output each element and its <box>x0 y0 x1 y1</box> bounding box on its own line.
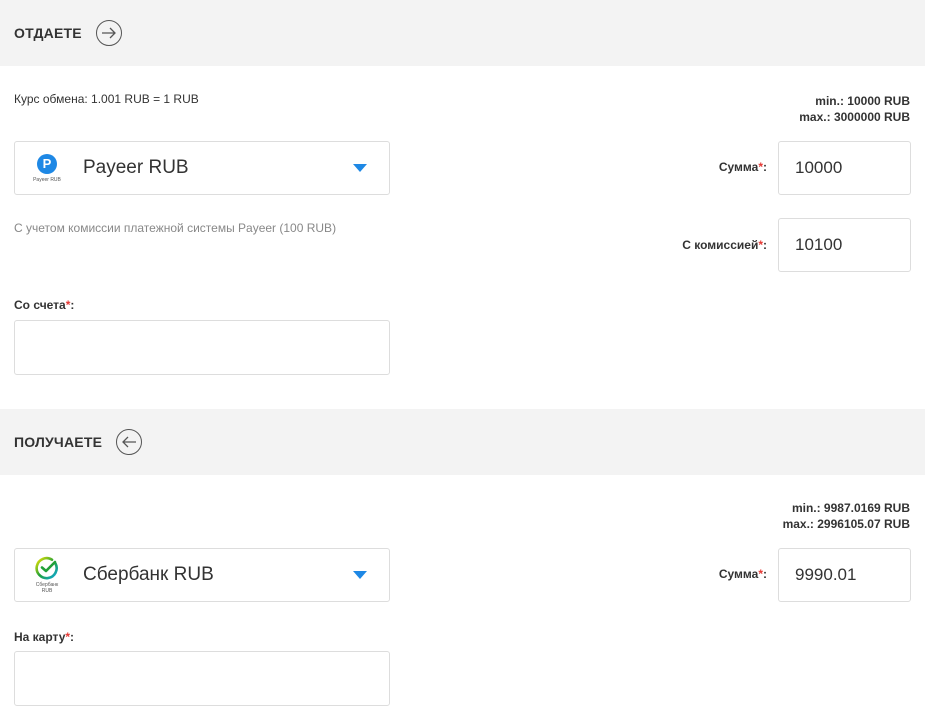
receive-min: min.: 9987.0169 RUB <box>791 501 910 515</box>
give-currency-select[interactable]: P Payeer RUB Payeer RUB <box>14 141 390 195</box>
give-max: max.: 3000000 RUB <box>799 110 910 124</box>
caret-down-icon <box>353 571 367 579</box>
receive-max: max.: 2996105.07 RUB <box>782 517 910 531</box>
commission-label: С комиссией*: <box>682 238 767 252</box>
give-currency-label: Payeer RUB <box>83 157 189 178</box>
receive-amount-input[interactable] <box>778 548 911 602</box>
sberbank-logo: Сбербанк RUB <box>27 555 67 595</box>
give-amount-label: Сумма*: <box>718 160 767 174</box>
give-section-header: ОТДАЕТЕ <box>0 0 925 66</box>
account-label: Со счета*: <box>14 298 75 312</box>
receive-amount-label: Сумма*: <box>718 567 767 581</box>
receive-currency-label: Сбербанк RUB <box>83 564 214 585</box>
payeer-icon: P <box>37 153 57 174</box>
card-label: На карту*: <box>14 630 75 644</box>
caret-down-icon <box>353 164 367 172</box>
give-min: min.: 10000 RUB <box>815 94 910 108</box>
arrow-left-circle-icon <box>116 429 143 455</box>
commission-amount-input[interactable] <box>778 218 911 272</box>
arrow-right-circle-icon <box>95 20 122 46</box>
receive-currency-select[interactable]: Сбербанк RUB Сбербанк RUB <box>14 548 390 602</box>
receive-section-title: ПОЛУЧАЕТЕ <box>14 434 103 450</box>
sberbank-icon <box>35 556 58 580</box>
receive-limits: min.: 9987.0169 RUB max.: 2996105.07 RUB <box>783 500 910 532</box>
card-input[interactable] <box>14 651 390 706</box>
payeer-logo: P Payeer RUB <box>27 148 67 188</box>
payeer-logo-caption: Payeer RUB <box>33 176 61 183</box>
give-section-title: ОТДАЕТЕ <box>14 25 82 41</box>
receive-section-header: ПОЛУЧАЕТЕ <box>0 409 925 475</box>
account-input[interactable] <box>14 320 390 375</box>
commission-note: С учетом комиссии платежной системы Paye… <box>14 221 337 235</box>
give-amount-input[interactable] <box>778 141 911 195</box>
give-limits: min.: 10000 RUB max.: 3000000 RUB <box>799 93 910 125</box>
exchange-rate: Курс обмена: 1.001 RUB = 1 RUB <box>14 92 199 106</box>
sberbank-logo-caption: Сбербанк RUB <box>35 582 59 594</box>
